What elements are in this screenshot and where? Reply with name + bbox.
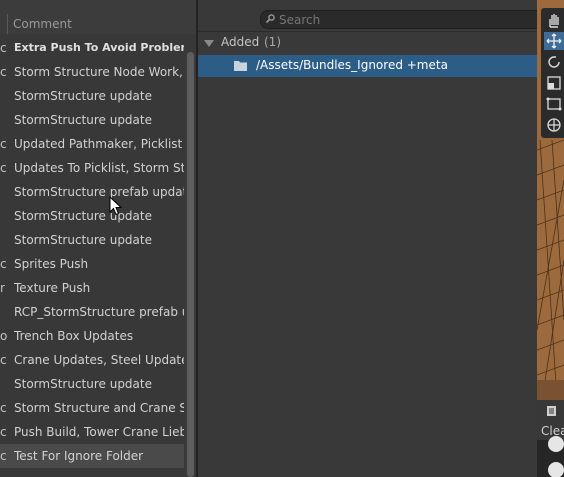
transform-tool-icon[interactable] [544, 116, 564, 134]
scene-tools-toolbar [541, 8, 564, 138]
history-row[interactable]: c Updates To Picklist, Storm Stru [0, 156, 184, 180]
row-comment: StormStructure update [14, 113, 152, 127]
row-prefix: r [0, 281, 5, 295]
row-comment: StormStructure update [14, 209, 152, 223]
history-row[interactable]: c Crane Updates, Steel Updates [0, 348, 184, 372]
row-comment: Updates To Picklist, Storm Stru [14, 161, 184, 175]
row-prefix: c [0, 41, 7, 55]
expand-triangle-icon[interactable] [204, 40, 214, 47]
history-row[interactable]: StormStructure update [0, 204, 184, 228]
row-prefix: c [0, 137, 7, 151]
row-prefix: c [0, 65, 7, 79]
row-comment: Extra Push To Avoid Problem [14, 41, 184, 54]
rect-tool-icon[interactable] [544, 95, 564, 113]
history-row[interactable]: c Storm Structure Node Work, Bu [0, 60, 184, 84]
row-comment: Trench Box Updates [14, 329, 134, 343]
history-row[interactable]: c Sprites Push [0, 252, 184, 276]
info-icon [548, 436, 564, 452]
row-comment: Storm Structure and Crane Sys [14, 401, 184, 415]
history-row[interactable]: StormStructure update [0, 228, 184, 252]
history-list: c Extra Push To Avoid Problem c Storm Struc… [0, 36, 184, 468]
row-prefix: c [0, 449, 7, 463]
scale-tool-icon[interactable] [544, 74, 564, 92]
hand-tool-icon[interactable] [544, 11, 564, 29]
info-icon [548, 462, 564, 477]
history-row[interactable]: StormStructure prefab update [0, 180, 184, 204]
row-comment: Storm Structure Node Work, Bu [14, 65, 184, 79]
history-row[interactable]: c Test For Ignore Folder [0, 444, 184, 468]
search-field[interactable] [260, 10, 539, 29]
console-entries [537, 436, 564, 477]
row-comment: StormStructure update [14, 89, 152, 103]
row-prefix: c [0, 401, 7, 415]
row-comment: RCP_StormStructure prefab up [14, 305, 184, 319]
history-scrollbar[interactable] [185, 52, 196, 477]
row-comment: Texture Push [14, 281, 91, 295]
added-group-row[interactable]: Added (1) [198, 32, 537, 54]
history-column-header: Comment [0, 0, 197, 34]
row-prefix: c [0, 257, 7, 271]
history-row[interactable]: StormStructure update [0, 84, 184, 108]
changes-panel: Added (1) /Assets/Bundles_Ignored +meta [198, 0, 539, 477]
history-row[interactable]: c Extra Push To Avoid Problem [0, 36, 184, 60]
column-divider[interactable] [7, 14, 8, 34]
history-row[interactable]: StormStructure update [0, 372, 184, 396]
row-comment: StormStructure update [14, 377, 152, 391]
row-comment: Crane Updates, Steel Updates [14, 353, 184, 367]
row-comment: Updated Pathmaker, Picklist P [14, 137, 184, 151]
history-scrollbar-thumb[interactable] [187, 52, 194, 477]
move-tool-icon[interactable] [544, 32, 564, 50]
row-prefix: c [0, 425, 7, 439]
search-input[interactable] [279, 11, 529, 28]
mouse-cursor-icon [109, 196, 122, 216]
scene-view[interactable]: Clea [537, 0, 564, 477]
history-row[interactable]: StormStructure update [0, 108, 184, 132]
group-count: (1) [264, 35, 281, 49]
row-comment: Push Build, Tower Crane Liebh [14, 425, 184, 439]
row-comment: Test For Ignore Folder [14, 449, 144, 463]
row-comment: Sprites Push [14, 257, 89, 271]
row-prefix: o [0, 329, 8, 343]
history-row[interactable]: c Updated Pathmaker, Picklist P [0, 132, 184, 156]
group-label: Added [221, 35, 260, 49]
row-prefix: c [0, 161, 7, 175]
row-comment: StormStructure prefab update [14, 185, 184, 199]
comment-column-header[interactable]: Comment [13, 17, 72, 31]
folder-icon [234, 61, 247, 71]
history-row[interactable]: c Push Build, Tower Crane Liebh [0, 420, 184, 444]
history-row[interactable]: c Storm Structure and Crane Sys [0, 396, 184, 420]
history-row[interactable]: RCP_StormStructure prefab up [0, 300, 184, 324]
file-path: /Assets/Bundles_Ignored +meta [256, 58, 448, 72]
history-panel: Comment c Extra Push To Avoid Problem c Sto… [0, 0, 197, 477]
file-row[interactable]: /Assets/Bundles_Ignored +meta [198, 55, 537, 77]
rotate-tool-icon[interactable] [544, 53, 564, 71]
row-comment: StormStructure update [14, 233, 152, 247]
history-row[interactable]: r Texture Push [0, 276, 184, 300]
search-icon [265, 14, 275, 24]
row-prefix: c [0, 353, 7, 367]
console-tab-icon[interactable] [547, 406, 556, 416]
history-row[interactable]: o Trench Box Updates [0, 324, 184, 348]
